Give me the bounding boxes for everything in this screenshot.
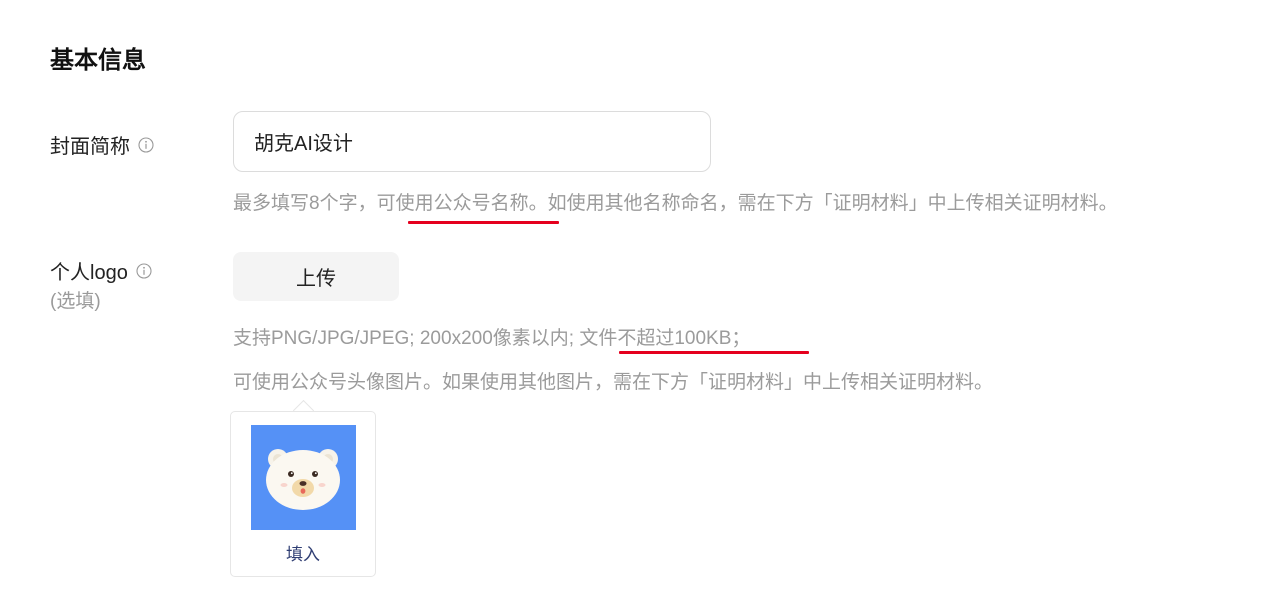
- logo-hint-source: 可使用公众号头像图片。如果使用其他图片，需在下方「证明材料」中上传相关证明材料。: [233, 372, 994, 393]
- cover-name-input[interactable]: [233, 111, 711, 172]
- section-title: 基本信息: [50, 47, 146, 74]
- logo-hint-format-suffix: ；: [731, 328, 751, 349]
- info-icon[interactable]: [136, 262, 152, 279]
- cover-name-label-text: 封面简称: [50, 136, 130, 158]
- cover-name-hint-prefix: 最多填写8个字，: [233, 193, 377, 214]
- suggested-avatar[interactable]: [251, 425, 356, 530]
- highlight-underline-size: [619, 351, 809, 354]
- logo-label-text: 个人logo: [50, 262, 128, 284]
- bear-avatar-icon: [266, 449, 340, 510]
- info-icon[interactable]: [138, 136, 154, 153]
- cover-name-hint-suffix: 。如使用其他名称命名，需在下方「证明材料」中上传相关证明材料。: [528, 193, 1118, 214]
- logo-optional-label: (选填): [50, 291, 101, 312]
- fill-in-link[interactable]: 填入: [231, 540, 375, 565]
- logo-label: 个人logo: [50, 256, 152, 285]
- logo-hint-format-prefix: 支持PNG/JPG/JPEG; 200x200像素以内: [233, 328, 569, 349]
- upload-button[interactable]: 上传: [233, 252, 399, 301]
- cover-name-hint: 最多填写8个字，可使用公众号名称。如使用其他名称命名，需在下方「证明材料」中上传…: [233, 188, 1118, 215]
- avatar-suggestion-popover: 填入: [230, 411, 376, 577]
- cover-name-hint-highlight: 可使用公众号名称: [376, 193, 529, 214]
- highlight-underline-name: [408, 221, 559, 224]
- logo-hint-format-highlight: ; 文件不超过100KB: [568, 328, 732, 349]
- cover-name-label: 封面简称: [50, 130, 154, 159]
- logo-hint-format: 支持PNG/JPG/JPEG; 200x200像素以内; 文件不超过100KB；: [233, 323, 750, 350]
